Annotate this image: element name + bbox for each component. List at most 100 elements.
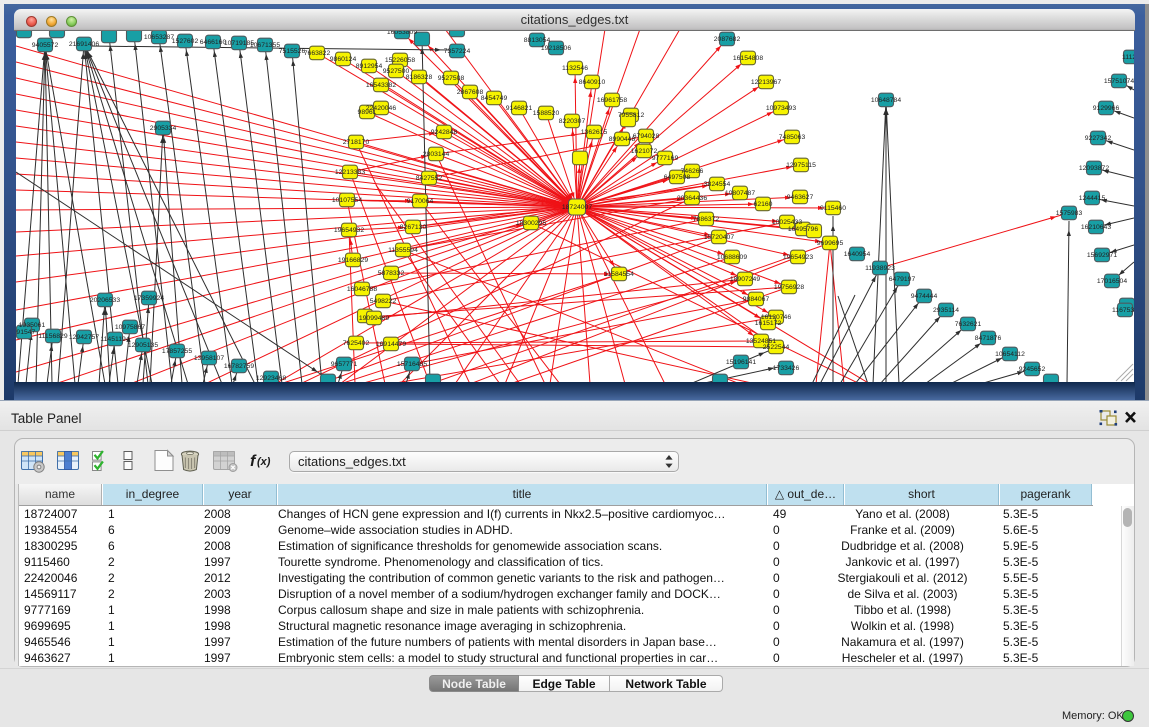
- svg-text:9227342: 9227342: [1085, 135, 1112, 142]
- svg-text:6466160: 6466160: [200, 39, 227, 46]
- svg-text:10975867: 10975867: [115, 324, 145, 331]
- svg-text:16154808: 16154808: [733, 55, 763, 62]
- svg-text:5498222: 5498222: [370, 298, 397, 305]
- svg-text:8186328: 8186328: [406, 74, 433, 81]
- svg-text:991547: 991547: [16, 329, 36, 336]
- svg-text:9129966: 9129966: [1093, 105, 1120, 112]
- svg-text:8220307: 8220307: [559, 118, 586, 125]
- svg-text:1527602: 1527602: [172, 38, 199, 45]
- svg-text:2522544: 2522544: [763, 344, 790, 351]
- svg-text:16495796: 16495796: [788, 226, 818, 233]
- svg-text:12213383: 12213383: [335, 169, 365, 176]
- svg-text:9777169: 9777169: [652, 155, 679, 162]
- svg-text:10807487: 10807487: [725, 190, 755, 197]
- svg-text:1615172: 1615172: [755, 320, 782, 327]
- svg-text:19654923: 19654923: [783, 254, 813, 261]
- svg-text:9463627: 9463627: [787, 194, 814, 201]
- svg-text:(x): (x): [257, 456, 271, 468]
- svg-text:1640954: 1640954: [844, 251, 871, 258]
- svg-text:9699695: 9699695: [817, 240, 844, 247]
- svg-text:16210643: 16210643: [1081, 224, 1111, 231]
- svg-text:1588520: 1588520: [533, 110, 560, 117]
- svg-text:13958107: 13958107: [194, 355, 224, 362]
- svg-text:1132546: 1132546: [562, 65, 588, 72]
- svg-text:1621072: 1621072: [631, 148, 658, 155]
- svg-text:7625402: 7625402: [343, 340, 370, 347]
- svg-text:17359924: 17359924: [134, 295, 164, 302]
- svg-text:15196141: 15196141: [726, 359, 756, 366]
- svg-text:16961758: 16961758: [597, 97, 627, 104]
- svg-text:10688609: 10688609: [717, 254, 747, 261]
- svg-text:10107554: 10107554: [332, 197, 362, 204]
- svg-text:9115460: 9115460: [820, 205, 846, 212]
- svg-text:7485063: 7485063: [779, 134, 806, 141]
- svg-text:2935114: 2935114: [933, 307, 959, 314]
- svg-text:19099489: 19099489: [359, 315, 389, 322]
- svg-text:12975115: 12975115: [786, 162, 816, 169]
- svg-text:10653287: 10653287: [144, 34, 174, 41]
- svg-text:f: f: [250, 453, 257, 470]
- svg-text:11938923: 11938923: [865, 265, 895, 272]
- svg-text:9657771: 9657771: [331, 361, 358, 368]
- svg-text:62160: 62160: [754, 201, 773, 208]
- svg-text:8912954: 8912954: [356, 63, 383, 70]
- svg-text:10025433: 10025433: [772, 219, 802, 226]
- svg-text:2803144: 2803144: [423, 151, 450, 158]
- svg-text:20206533: 20206533: [90, 297, 120, 304]
- svg-text:8471876: 8471876: [975, 335, 1002, 342]
- svg-text:22420046: 22420046: [366, 105, 396, 112]
- svg-text:12905135: 12905135: [128, 342, 158, 349]
- svg-text:16543382: 16543382: [366, 82, 396, 89]
- svg-text:16782759: 16782759: [224, 363, 254, 370]
- svg-text:9474444: 9474444: [911, 293, 938, 300]
- svg-text:18907249: 18907249: [730, 276, 760, 283]
- svg-text:7357224: 7357224: [444, 48, 471, 55]
- svg-text:8427552: 8427552: [416, 175, 443, 182]
- svg-text:19756928: 19756928: [774, 284, 804, 291]
- svg-text:8267130: 8267130: [400, 224, 427, 231]
- svg-text:15751074: 15751074: [1104, 78, 1134, 85]
- svg-text:2718170: 2718170: [343, 139, 370, 146]
- svg-text:9242848: 9242848: [431, 129, 458, 136]
- svg-text:17857255: 17857255: [162, 348, 192, 355]
- svg-text:15692971: 15692971: [1087, 252, 1117, 259]
- svg-text:16914479: 16914479: [376, 341, 406, 348]
- svg-text:17016504: 17016504: [1097, 278, 1127, 285]
- svg-text:11355594: 11355594: [388, 247, 418, 254]
- svg-text:12923468: 12923468: [256, 375, 286, 382]
- svg-text:20364436: 20364436: [677, 195, 707, 202]
- svg-text:1733426: 1733426: [773, 365, 800, 372]
- svg-text:19218506: 19218506: [541, 45, 571, 52]
- svg-text:8454749: 8454749: [481, 95, 508, 102]
- svg-text:7955812: 7955812: [618, 112, 645, 119]
- svg-text:11584554: 11584554: [604, 271, 634, 278]
- svg-text:16046788: 16046788: [347, 286, 377, 293]
- svg-text:2867608: 2867608: [457, 89, 484, 96]
- svg-text:8990448: 8990448: [609, 136, 636, 143]
- svg-text:9860124: 9860124: [330, 56, 357, 63]
- svg-text:6479197: 6479197: [889, 276, 916, 283]
- svg-text:9405572: 9405572: [32, 42, 59, 49]
- svg-text:11156829: 11156829: [38, 333, 67, 340]
- svg-text:6794028: 6794028: [633, 133, 660, 140]
- svg-text:3824554: 3824554: [704, 181, 731, 188]
- svg-text:5878332: 5878332: [378, 270, 405, 277]
- svg-text:7515526: 7515526: [279, 48, 306, 55]
- svg-text:1362615: 1362615: [581, 129, 608, 136]
- svg-text:1935061: 1935061: [19, 322, 46, 329]
- svg-text:12213967: 12213967: [751, 79, 781, 86]
- svg-text:10973493: 10973493: [766, 105, 796, 112]
- svg-text:9245652: 9245652: [1019, 366, 1046, 373]
- svg-text:1167533: 1167533: [1112, 307, 1134, 314]
- svg-text:21691406: 21691406: [69, 41, 99, 48]
- svg-text:12942757: 12942757: [69, 334, 99, 341]
- svg-text:10648784: 10648784: [871, 97, 901, 104]
- svg-text:15720407: 15720407: [704, 234, 734, 241]
- svg-text:15226058: 15226058: [385, 57, 415, 64]
- svg-text:8813054: 8813054: [524, 37, 551, 44]
- svg-text:15716485: 15716485: [397, 361, 427, 368]
- svg-text:16053809: 16053809: [387, 31, 417, 36]
- svg-text:18300295: 18300295: [516, 220, 546, 227]
- svg-text:10654112: 10654112: [995, 351, 1025, 358]
- svg-text:19166829: 19166829: [338, 257, 368, 264]
